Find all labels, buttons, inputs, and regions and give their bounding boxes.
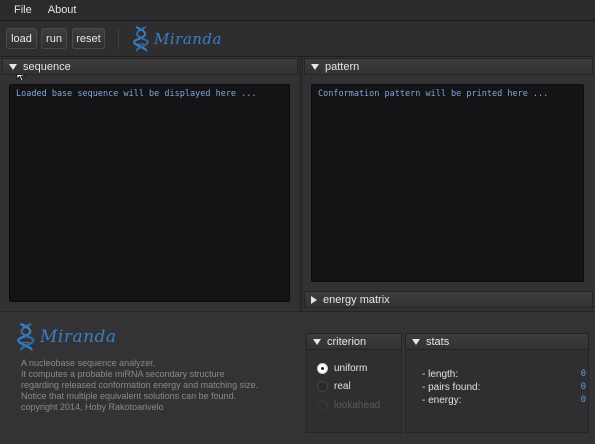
menu-bar: File About xyxy=(0,0,595,21)
criterion-title: criterion xyxy=(327,335,367,348)
stat-row-pairs-found: - pairs found: 0 xyxy=(422,382,586,393)
energy-matrix-panel-header[interactable]: energy matrix xyxy=(304,291,593,308)
about-line: Notice that multiple equivalent solution… xyxy=(21,391,237,401)
toolbar: load run reset Miranda xyxy=(0,21,595,82)
about-line: A nucleobase sequence analyzer. xyxy=(21,358,156,368)
load-button[interactable]: load xyxy=(6,28,37,49)
energy-matrix-title: energy matrix xyxy=(323,293,390,306)
stat-row-length: - length: 0 xyxy=(422,369,586,380)
collapse-down-icon xyxy=(412,338,420,345)
stats-title: stats xyxy=(426,335,450,348)
pattern-text-area[interactable]: Conformation pattern will be printed her… xyxy=(311,84,584,282)
pattern-panel-header[interactable]: pattern xyxy=(304,58,593,75)
about-line: regarding released conformation energy a… xyxy=(21,380,259,390)
stat-label: - pairs found: xyxy=(422,382,481,393)
stat-value: 0 xyxy=(580,382,586,392)
dna-helix-icon xyxy=(17,322,35,352)
radio-label: lookahead xyxy=(334,400,381,411)
stat-label: - energy: xyxy=(422,395,462,406)
stats-group: stats - length: 0 - pairs found: 0 - ene… xyxy=(405,333,589,433)
sequence-panel-title: sequence xyxy=(23,60,71,73)
stat-label: - length: xyxy=(422,369,459,380)
about-logo: Miranda xyxy=(16,321,117,353)
toolbar-separator xyxy=(118,29,119,49)
radio-lookahead: lookahead xyxy=(317,400,380,411)
reset-button[interactable]: reset xyxy=(72,28,105,49)
sequence-panel-header[interactable]: sequence xyxy=(2,58,298,75)
run-button[interactable]: run xyxy=(41,28,67,49)
stat-row-energy: - energy: 0 xyxy=(422,395,586,406)
radio-real[interactable]: real xyxy=(317,381,351,392)
collapse-down-icon xyxy=(9,63,17,70)
about-line: copyright 2014, Hoby Rakotoarivelo xyxy=(21,402,164,412)
stat-value: 0 xyxy=(580,369,586,379)
collapse-down-icon xyxy=(311,63,319,70)
toolbar-logo: Miranda xyxy=(132,25,222,53)
stats-header[interactable]: stats xyxy=(405,333,589,350)
expand-right-icon xyxy=(311,295,317,304)
sequence-text-area[interactable]: Loaded base sequence will be displayed h… xyxy=(9,84,290,302)
radio-label: real xyxy=(334,381,351,392)
dna-helix-icon xyxy=(133,26,149,52)
radio-uniform[interactable]: uniform xyxy=(317,363,367,374)
stat-value: 0 xyxy=(580,395,586,405)
about-brand-name: Miranda xyxy=(40,327,117,347)
radio-selected-icon xyxy=(317,363,328,374)
pattern-placeholder-text: Conformation pattern will be printed her… xyxy=(318,89,549,99)
splitter-handle[interactable] xyxy=(299,57,303,310)
about-line: It computes a probable miRNA secondary s… xyxy=(21,369,225,379)
radio-label: uniform xyxy=(334,363,368,374)
menu-about[interactable]: About xyxy=(40,4,85,16)
sequence-placeholder-text: Loaded base sequence will be displayed h… xyxy=(16,89,257,99)
criterion-group: criterion uniform real lookahead xyxy=(306,333,402,433)
radio-unselected-icon xyxy=(317,381,328,392)
collapse-down-icon xyxy=(313,338,321,345)
pattern-panel-title: pattern xyxy=(325,60,360,73)
criterion-header[interactable]: criterion xyxy=(306,333,402,350)
brand-name: Miranda xyxy=(154,30,222,48)
radio-disabled-icon xyxy=(317,400,328,411)
menu-file[interactable]: File xyxy=(6,4,40,16)
